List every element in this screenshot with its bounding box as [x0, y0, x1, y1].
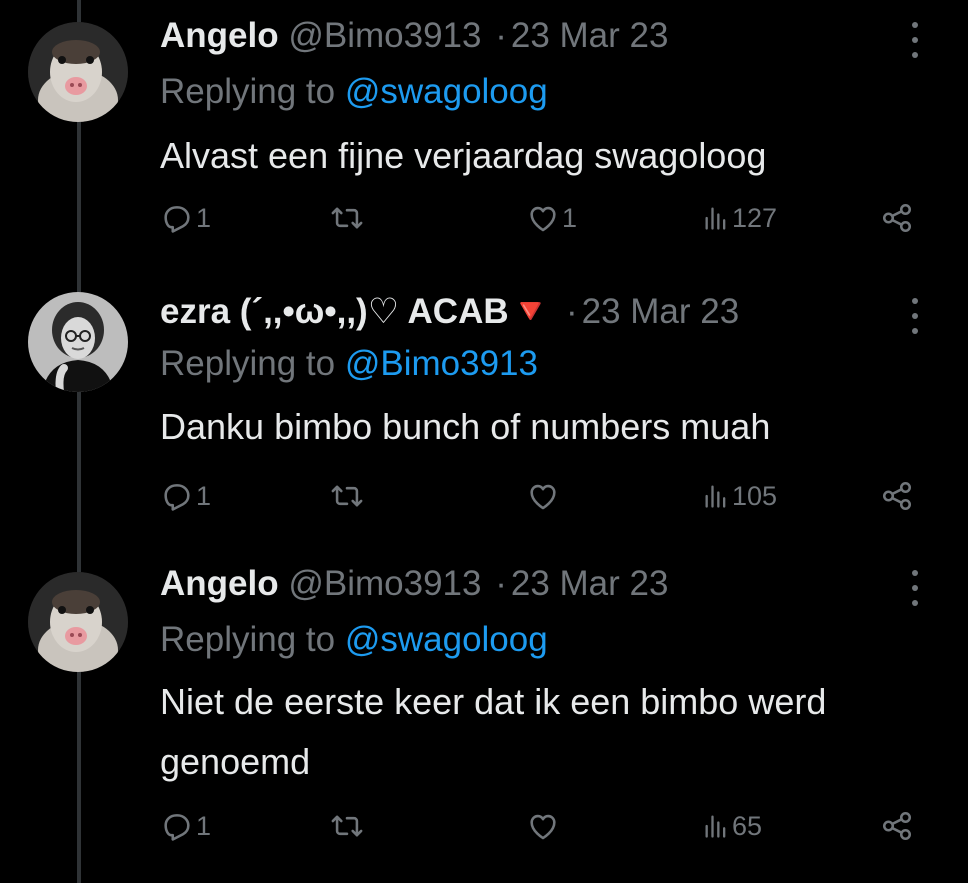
view-count: 105 — [732, 480, 778, 511]
like-count: 1 — [562, 202, 578, 233]
user-handle[interactable]: @Bimo3913 — [288, 16, 481, 55]
name-emoji: 🔻 — [508, 292, 553, 331]
display-name[interactable]: Angelo — [160, 564, 279, 603]
retweet-button[interactable] — [330, 806, 364, 846]
separator-dot: · — [565, 292, 578, 331]
share-button[interactable] — [880, 198, 914, 238]
tweet-date[interactable]: 23 Mar 23 — [511, 564, 669, 603]
reply-button[interactable]: 1 — [160, 198, 211, 238]
reply-count: 1 — [196, 202, 212, 233]
tweet-text: Niet de eerste keer dat ik een bimbo wer… — [160, 681, 827, 782]
replying-to-line: Replying to @Bimo3913 — [160, 342, 538, 386]
like-button[interactable] — [526, 476, 562, 516]
separator-dot: · — [495, 564, 507, 603]
tweet-3[interactable]: Angelo @Bimo3913 · 23 Mar 23 Replying to … — [0, 550, 968, 883]
reply-button[interactable]: 1 — [160, 806, 211, 846]
like-button[interactable] — [526, 806, 562, 846]
view-count: 65 — [732, 810, 763, 841]
tweet-date[interactable]: 23 Mar 23 — [582, 292, 740, 331]
replying-to-label: Replying to — [160, 620, 345, 659]
tweet-2[interactable]: ezra (´,,•ω•,,)♡ ACAB🔻 · 23 Mar 23 Replyi… — [0, 270, 968, 550]
avatar[interactable] — [28, 572, 128, 672]
share-icon — [882, 811, 912, 841]
replying-to-label: Replying to — [160, 344, 345, 383]
reply-icon — [164, 484, 190, 511]
views-button[interactable]: 127 — [702, 198, 777, 238]
share-icon — [882, 203, 912, 233]
more-options-icon[interactable] — [905, 570, 925, 606]
replying-to-line: Replying to @swagoloog — [160, 70, 548, 114]
retweet-button[interactable] — [330, 476, 364, 516]
retweet-icon — [331, 815, 363, 837]
view-count: 127 — [732, 202, 778, 233]
retweet-button[interactable] — [330, 198, 364, 238]
separator-dot: · — [495, 16, 507, 55]
avatar[interactable] — [28, 292, 128, 392]
more-options-icon[interactable] — [905, 298, 925, 334]
heart-icon — [530, 206, 556, 232]
share-icon — [882, 481, 912, 511]
share-button[interactable] — [880, 806, 914, 846]
tweet-actions: 1 1 127 — [0, 198, 968, 238]
views-icon — [705, 815, 726, 838]
reply-icon — [164, 814, 190, 841]
views-icon — [705, 485, 726, 508]
ferret-avatar-icon — [28, 22, 128, 122]
display-name[interactable]: Angelo — [160, 16, 279, 55]
like-button[interactable]: 1 — [526, 198, 577, 238]
tweet-1[interactable]: Angelo @Bimo3913 · 23 Mar 23 Replying to … — [0, 0, 968, 270]
person-avatar-icon — [28, 292, 128, 392]
tweet-actions: 1 65 — [0, 806, 968, 846]
heart-icon — [530, 814, 556, 840]
retweet-icon — [331, 485, 363, 507]
retweet-icon — [331, 207, 363, 229]
replying-to-line: Replying to @swagoloog — [160, 618, 548, 662]
views-button[interactable]: 105 — [702, 476, 777, 516]
tweet-header: ezra (´,,•ω•,,)♡ ACAB🔻 · 23 Mar 23 — [160, 290, 739, 334]
views-icon — [705, 207, 726, 230]
tweet-header: Angelo @Bimo3913 · 23 Mar 23 — [160, 14, 668, 58]
reply-count: 1 — [196, 480, 212, 511]
reply-icon — [164, 206, 190, 233]
avatar[interactable] — [28, 22, 128, 122]
heart-icon — [530, 484, 556, 510]
replying-to-label: Replying to — [160, 72, 345, 111]
share-button[interactable] — [880, 476, 914, 516]
tweet-date[interactable]: 23 Mar 23 — [511, 16, 669, 55]
tweet-text: Danku bimbo bunch of numbers muah — [160, 406, 771, 447]
display-name[interactable]: ezra (´,,•ω•,,)♡ ACAB — [160, 292, 509, 331]
ferret-avatar-icon — [28, 572, 128, 672]
tweet-text: Alvast een fijne verjaardag swagoloog — [160, 135, 767, 176]
reply-count: 1 — [196, 810, 212, 841]
replying-to-mention[interactable]: @swagoloog — [345, 620, 548, 659]
user-handle[interactable]: @Bimo3913 — [288, 564, 481, 603]
more-options-icon[interactable] — [905, 22, 925, 58]
reply-button[interactable]: 1 — [160, 476, 211, 516]
views-button[interactable]: 65 — [702, 806, 762, 846]
tweet-actions: 1 105 — [0, 476, 968, 516]
replying-to-mention[interactable]: @Bimo3913 — [345, 344, 538, 383]
tweet-header: Angelo @Bimo3913 · 23 Mar 23 — [160, 562, 668, 606]
replying-to-mention[interactable]: @swagoloog — [345, 72, 548, 111]
